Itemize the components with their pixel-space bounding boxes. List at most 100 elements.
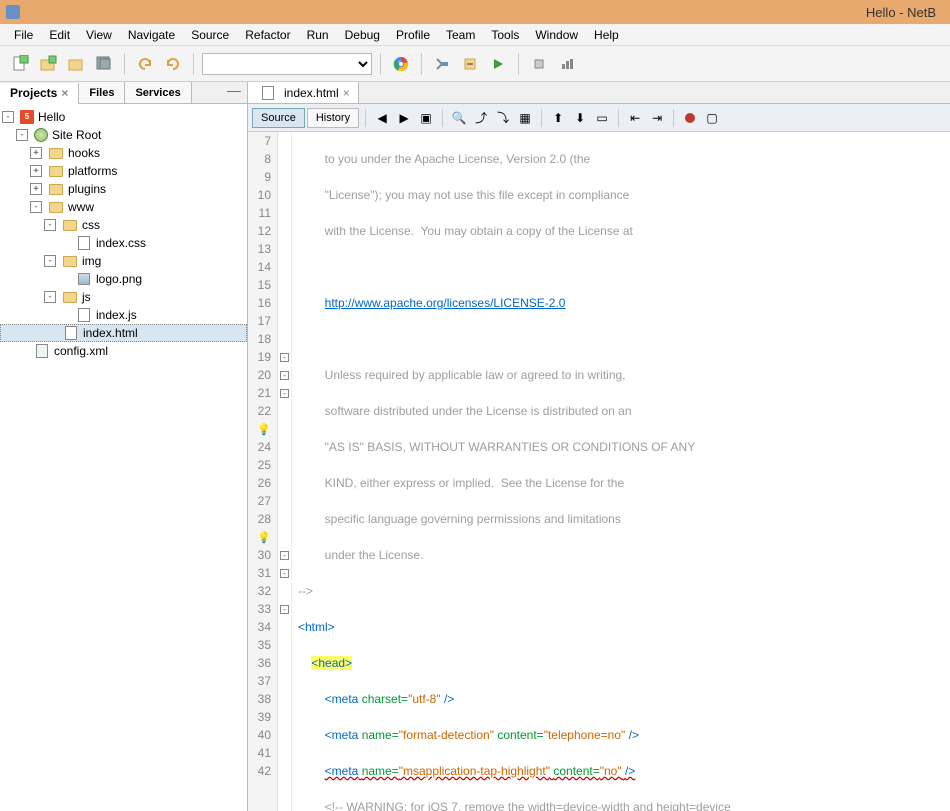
source-view-button[interactable]: Source xyxy=(252,108,305,128)
build-button[interactable] xyxy=(430,52,454,76)
menu-navigate[interactable]: Navigate xyxy=(120,26,183,44)
close-tab-icon[interactable]: × xyxy=(343,86,350,100)
expander-icon[interactable]: - xyxy=(44,291,56,303)
code-area[interactable]: to you under the Apache License, Version… xyxy=(292,132,950,811)
run-button[interactable] xyxy=(486,52,510,76)
fold-gutter[interactable]: ------ xyxy=(278,132,292,811)
expander-icon[interactable]: - xyxy=(16,129,28,141)
browser-chrome-icon[interactable] xyxy=(389,52,413,76)
tree-css[interactable]: css xyxy=(82,218,100,232)
folder-icon xyxy=(49,184,63,195)
image-file-icon xyxy=(78,273,90,285)
expander-icon[interactable]: - xyxy=(2,111,14,123)
expander-icon[interactable]: - xyxy=(44,219,56,231)
tree-indexjs[interactable]: index.js xyxy=(96,308,137,322)
folder-icon xyxy=(49,202,63,213)
close-icon[interactable]: × xyxy=(61,86,68,100)
menubar: File Edit View Navigate Source Refactor … xyxy=(0,24,950,46)
expander-icon[interactable]: - xyxy=(44,255,56,267)
clean-build-button[interactable] xyxy=(458,52,482,76)
debug-button[interactable] xyxy=(527,52,551,76)
menu-window[interactable]: Window xyxy=(527,26,586,44)
highlight-icon[interactable]: ▦ xyxy=(515,108,535,128)
tree-indexhtml[interactable]: index.html xyxy=(83,326,138,340)
tree-js[interactable]: js xyxy=(82,290,91,304)
folder-icon xyxy=(63,220,77,231)
find-prev-icon[interactable]: ⤴ xyxy=(471,108,491,128)
tree-hooks[interactable]: hooks xyxy=(68,146,100,160)
editor-tabs: index.html × xyxy=(248,82,950,104)
shift-left-icon[interactable]: ⇤ xyxy=(625,108,645,128)
open-project-button[interactable] xyxy=(64,52,88,76)
menu-view[interactable]: View xyxy=(78,26,120,44)
menu-profile[interactable]: Profile xyxy=(388,26,438,44)
tree-configxml[interactable]: config.xml xyxy=(54,344,108,358)
window-titlebar: Hello - NetB xyxy=(0,0,950,24)
toggle-bookmark-icon[interactable]: ▭ xyxy=(592,108,612,128)
next-bookmark-icon[interactable]: ⬇ xyxy=(570,108,590,128)
css-file-icon xyxy=(78,236,90,250)
nav-fwd-icon[interactable]: ▶ xyxy=(394,108,414,128)
window-title: Hello - NetB xyxy=(26,5,944,20)
tree-plugins[interactable]: plugins xyxy=(68,182,106,196)
macro-record-icon[interactable] xyxy=(680,108,700,128)
menu-team[interactable]: Team xyxy=(438,26,483,44)
menu-tools[interactable]: Tools xyxy=(483,26,527,44)
menu-edit[interactable]: Edit xyxy=(41,26,78,44)
tree-project[interactable]: Hello xyxy=(38,110,65,124)
config-combo[interactable] xyxy=(202,53,372,75)
new-project-button[interactable] xyxy=(36,52,60,76)
profile-button[interactable] xyxy=(555,52,579,76)
code-editor[interactable]: 78910111213141516171819202122💡2425262728… xyxy=(248,132,950,811)
tab-projects[interactable]: Projects× xyxy=(0,83,79,104)
tree-www[interactable]: www xyxy=(68,200,94,214)
history-view-button[interactable]: History xyxy=(307,108,359,128)
tab-services[interactable]: Services xyxy=(125,82,191,103)
html5-icon: 5 xyxy=(20,110,34,124)
new-file-button[interactable] xyxy=(8,52,32,76)
main-toolbar xyxy=(0,46,950,82)
html-file-icon xyxy=(262,86,274,100)
projects-panel: Projects× Files Services — -5Hello -Site… xyxy=(0,82,248,811)
compile-icon[interactable]: ▣ xyxy=(416,108,436,128)
js-file-icon xyxy=(78,308,90,322)
tree-img[interactable]: img xyxy=(82,254,101,268)
undo-button[interactable] xyxy=(133,52,157,76)
redo-button[interactable] xyxy=(161,52,185,76)
folder-icon xyxy=(63,256,77,267)
editor-tab-label: index.html xyxy=(284,86,339,100)
app-icon xyxy=(6,5,20,19)
menu-file[interactable]: File xyxy=(6,26,41,44)
macro-stop-icon[interactable]: ▢ xyxy=(702,108,722,128)
save-all-button[interactable] xyxy=(92,52,116,76)
menu-help[interactable]: Help xyxy=(586,26,627,44)
expander-icon[interactable]: - xyxy=(30,201,42,213)
xml-file-icon xyxy=(36,344,48,358)
shift-right-icon[interactable]: ⇥ xyxy=(647,108,667,128)
tree-indexcss[interactable]: index.css xyxy=(96,236,146,250)
tree-site-root[interactable]: Site Root xyxy=(52,128,101,142)
html-file-icon xyxy=(65,326,77,340)
folder-icon xyxy=(49,148,63,159)
nav-back-icon[interactable]: ◀ xyxy=(372,108,392,128)
find-selection-icon[interactable]: 🔍 xyxy=(449,108,469,128)
editor-tab-indexhtml[interactable]: index.html × xyxy=(248,82,359,103)
tab-files[interactable]: Files xyxy=(79,82,125,103)
folder-icon xyxy=(63,292,77,303)
menu-source[interactable]: Source xyxy=(183,26,237,44)
panel-tabs: Projects× Files Services — xyxy=(0,82,247,104)
prev-bookmark-icon[interactable]: ⬆ xyxy=(548,108,568,128)
expander-icon[interactable]: + xyxy=(30,147,42,159)
tree-platforms[interactable]: platforms xyxy=(68,164,117,178)
expander-icon[interactable]: + xyxy=(30,183,42,195)
find-next-icon[interactable]: ⤵ xyxy=(493,108,513,128)
menu-run[interactable]: Run xyxy=(299,26,337,44)
editor-panel: index.html × Source History ◀ ▶ ▣ 🔍 ⤴ ⤵ … xyxy=(248,82,950,811)
menu-refactor[interactable]: Refactor xyxy=(237,26,298,44)
expander-icon[interactable]: + xyxy=(30,165,42,177)
menu-debug[interactable]: Debug xyxy=(337,26,388,44)
minimize-panel-button[interactable]: — xyxy=(221,82,247,103)
project-tree[interactable]: -5Hello -Site Root +hooks +platforms +pl… xyxy=(0,104,247,811)
tree-logopng[interactable]: logo.png xyxy=(96,272,142,286)
editor-toolbar: Source History ◀ ▶ ▣ 🔍 ⤴ ⤵ ▦ ⬆ ⬇ ▭ ⇤ ⇥ ▢ xyxy=(248,104,950,132)
